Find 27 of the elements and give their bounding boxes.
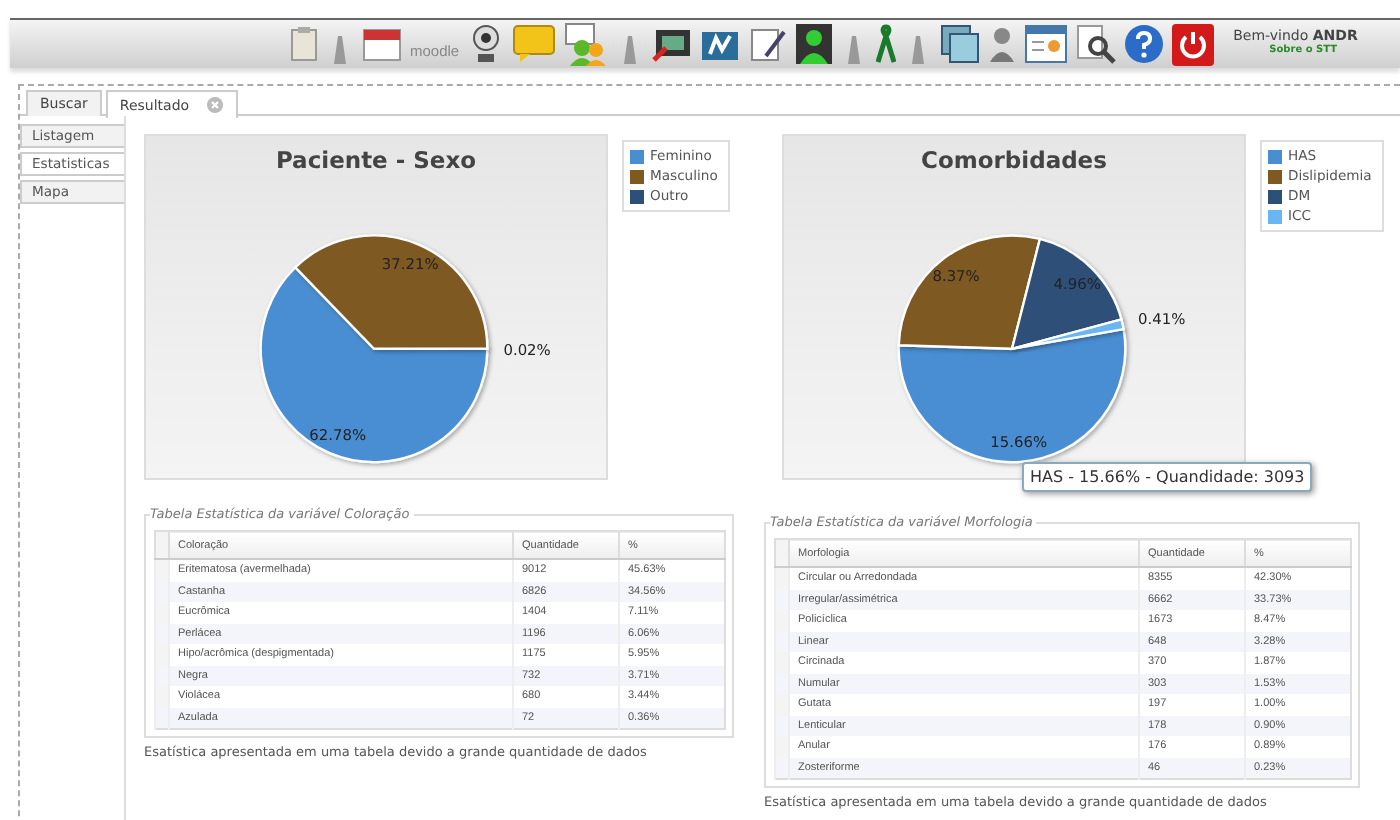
separator-icon: [623, 36, 636, 64]
search-icon[interactable]: [1075, 24, 1116, 64]
windows-icon[interactable]: [939, 24, 980, 64]
help-icon[interactable]: [1123, 24, 1164, 64]
id-card-icon[interactable]: [1023, 24, 1068, 64]
person-icon[interactable]: [795, 24, 832, 64]
separator-icon: [334, 36, 346, 64]
chart-title: Paciente - Sexo: [275, 146, 477, 174]
ribbon-icon[interactable]: [875, 24, 896, 64]
webcam-icon[interactable]: [467, 24, 504, 64]
chart-title: Comorbidades: [921, 146, 1107, 174]
legend-swatch: [1268, 189, 1282, 203]
document-icon[interactable]: [747, 26, 788, 62]
tooltip: HAS - 15.66% - Quandidade: 3093: [1022, 462, 1313, 492]
calendar-icon[interactable]: [362, 26, 402, 62]
legend-swatch: [630, 169, 644, 183]
legend-swatch: [1268, 169, 1282, 183]
legend-swatch: [1268, 209, 1282, 223]
separator-icon: [847, 36, 860, 64]
separator-icon: [911, 36, 924, 64]
legend-swatch: [630, 189, 644, 203]
power-icon[interactable]: [1171, 23, 1214, 65]
legend-swatch: [1268, 149, 1282, 163]
person-icon[interactable]: [987, 24, 1016, 64]
clipboard-icon[interactable]: [290, 26, 318, 62]
legend-swatch: [630, 149, 644, 163]
contacts-icon[interactable]: [563, 22, 608, 66]
